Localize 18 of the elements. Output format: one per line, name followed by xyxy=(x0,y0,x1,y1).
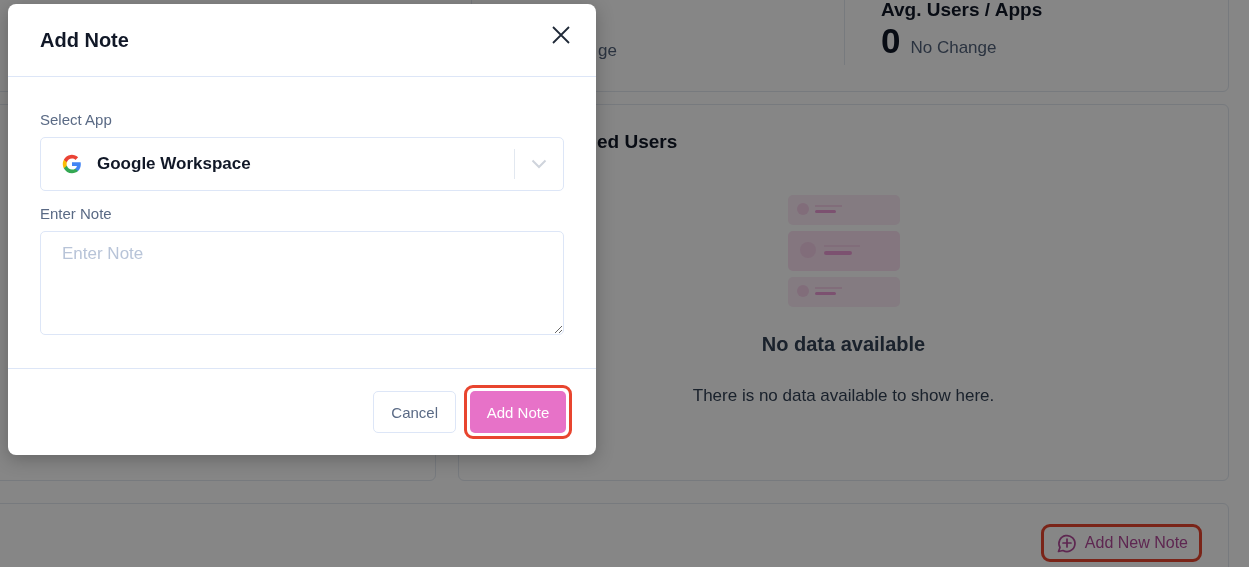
stat-title: Avg. Users / Apps xyxy=(881,0,1044,21)
field-label: Enter Note xyxy=(40,205,113,222)
dialog-title: Add Note xyxy=(40,28,129,52)
google-logo-icon xyxy=(61,153,83,175)
app-select[interactable]: Google Workspace xyxy=(40,137,564,191)
stat-change: No Change xyxy=(910,38,997,58)
empty-state-title: No data available xyxy=(761,333,926,356)
empty-state-message: There is no data available to show here. xyxy=(692,386,995,406)
add-new-note-button[interactable]: Add New Note xyxy=(1046,530,1196,556)
close-button[interactable] xyxy=(552,26,570,44)
stat-value: 0 xyxy=(881,21,901,61)
cancel-button[interactable]: Cancel xyxy=(373,391,456,433)
stat-change: ge xyxy=(598,41,617,61)
note-field[interactable]: Enter Note xyxy=(40,231,564,335)
chevron-down-icon xyxy=(531,159,547,169)
close-icon xyxy=(552,26,570,44)
panel-title: ed Users xyxy=(597,131,678,153)
field-label: Select App xyxy=(40,111,113,128)
